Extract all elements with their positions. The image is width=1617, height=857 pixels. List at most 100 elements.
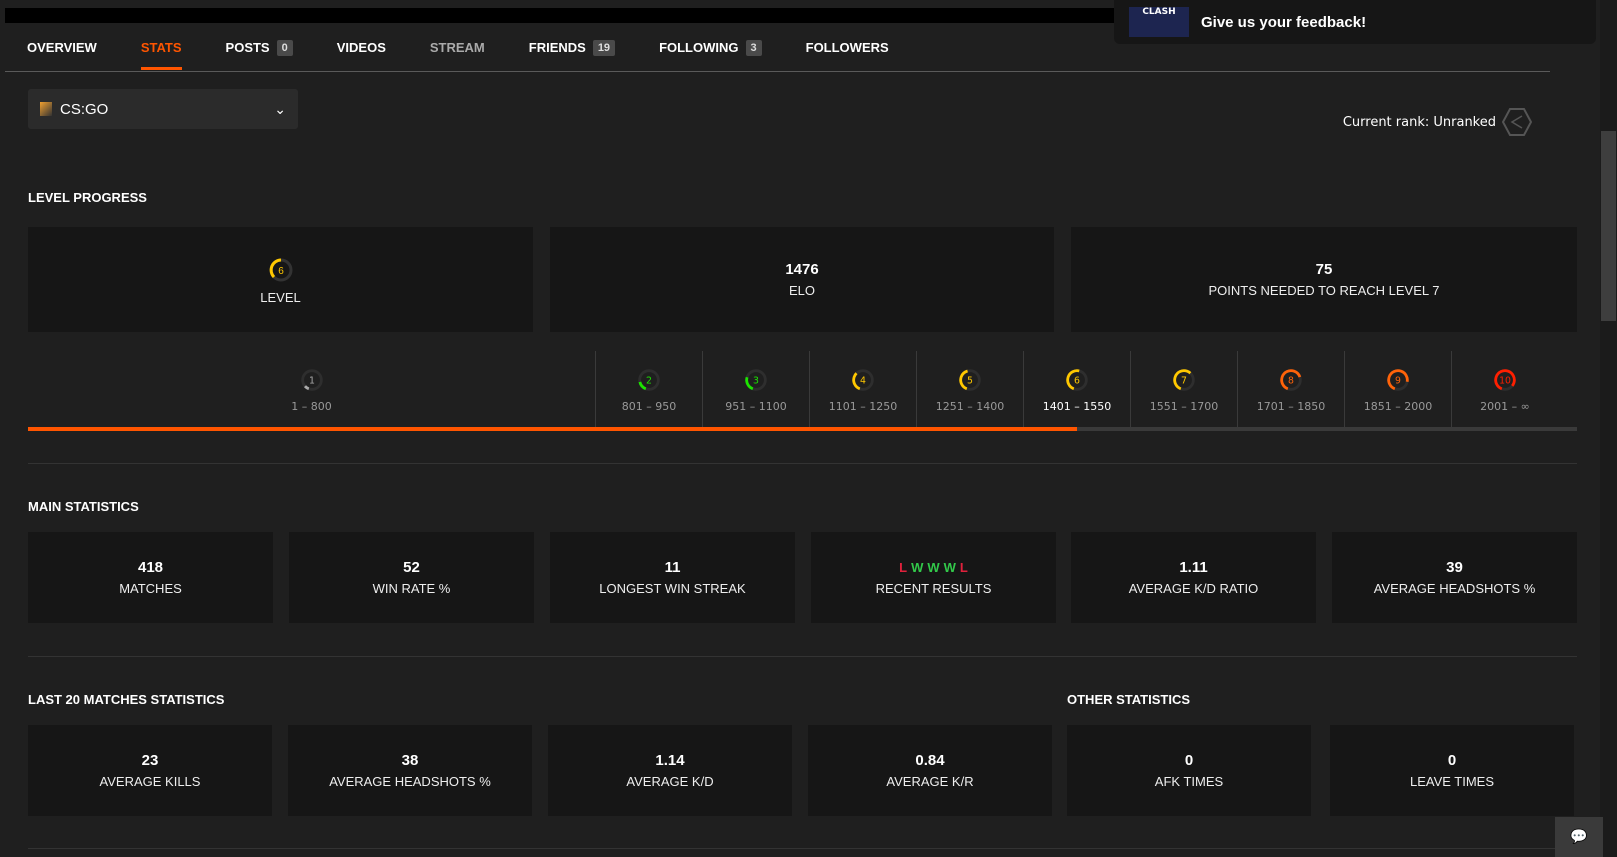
tab-stats[interactable]: STATS	[140, 24, 182, 72]
level-3-icon: 3	[745, 368, 767, 391]
svg-text:9: 9	[1395, 375, 1401, 386]
feedback-notification[interactable]: CLASH Give us your feedback!	[1114, 0, 1596, 44]
elo-label: ELO	[788, 283, 815, 298]
tab-overview[interactable]: OVERVIEW	[27, 24, 97, 72]
chat-icon: 💬	[1570, 829, 1588, 845]
svg-text:6: 6	[1074, 375, 1080, 386]
elo-card: 1476 ELO	[550, 227, 1054, 332]
level-8-segment: 8 1701 – 1850	[1237, 351, 1344, 427]
level-range: 1 – 800	[291, 399, 332, 413]
level-range: 1701 – 1850	[1256, 399, 1326, 413]
level-7-segment: 7 1551 – 1700	[1130, 351, 1237, 427]
tab-followers[interactable]: FOLLOWERS	[806, 24, 889, 72]
stat-card-win-rate-: 52 WIN RATE %	[289, 532, 534, 623]
tab-following[interactable]: FOLLOWING 3	[659, 24, 762, 72]
stat-value: 418	[137, 559, 164, 576]
level-9-icon: 9	[1387, 368, 1409, 391]
rank-label: Current rank: Unranked	[1342, 114, 1496, 130]
level-progress-title: LEVEL PROGRESS	[28, 190, 147, 205]
stat-card-longest-win-streak: 11 LONGEST WIN STREAK	[550, 532, 795, 623]
chevron-down-icon: ⌄	[274, 100, 286, 117]
stat-card-average-headshots-: 39 AVERAGE HEADSHOTS %	[1332, 532, 1577, 623]
stat-card-afk-times: 0 AFK TIMES	[1067, 725, 1311, 816]
level-3-segment: 3 951 – 1100	[702, 351, 809, 427]
level-6-icon: 6	[269, 258, 292, 281]
tab-count-badge: 0	[276, 39, 293, 56]
points-label: POINTS NEEDED TO REACH LEVEL 7	[1208, 283, 1440, 298]
notification-text: Give us your feedback!	[1201, 13, 1367, 31]
tab-friends[interactable]: FRIENDS 19	[528, 24, 616, 72]
level-range: 1401 – 1550	[1042, 399, 1112, 413]
stat-value: 39	[1446, 559, 1463, 576]
scrollbar-thumb[interactable]	[1601, 131, 1616, 321]
svg-text:2: 2	[646, 375, 652, 386]
current-rank: Current rank: Unranked	[1343, 107, 1532, 137]
level-9-segment: 9 1851 – 2000	[1344, 351, 1451, 427]
stat-value: 1.14	[655, 752, 685, 769]
svg-text:5: 5	[967, 375, 973, 386]
level-8-icon: 8	[1280, 368, 1302, 391]
tab-videos[interactable]: VIDEOS	[337, 24, 386, 72]
level-scale: 1 1 – 800 2 801 – 950 3 951 – 1100 4 1101 – 125…	[28, 351, 1577, 427]
divider	[28, 463, 1577, 464]
level-1-segment: 1 1 – 800	[28, 351, 595, 427]
level-range: 2001 – ∞	[1480, 399, 1530, 413]
tab-label: FOLLOWERS	[805, 40, 889, 55]
level-6-segment: 6 1401 – 1550	[1023, 351, 1130, 427]
level-4-icon: 4	[852, 368, 874, 391]
svg-text:7: 7	[1181, 375, 1187, 386]
points-value: 75	[1315, 261, 1333, 278]
stat-value: 1.11	[1179, 559, 1208, 576]
elo-progress-fill	[28, 427, 1077, 431]
stat-card-average-headshots-: 38 AVERAGE HEADSHOTS %	[288, 725, 532, 816]
stat-card-matches: 418 MATCHES	[28, 532, 273, 623]
stat-card-leave-times: 0 LEAVE TIMES	[1330, 725, 1574, 816]
tab-label: FRIENDS	[528, 40, 586, 55]
tab-posts[interactable]: POSTS 0	[226, 24, 293, 72]
stat-value: LWWWL	[897, 559, 970, 576]
stat-value: 38	[401, 752, 419, 769]
main-stats-title: MAIN STATISTICS	[28, 499, 139, 514]
recent-result-win: W	[943, 560, 956, 575]
svg-text:6: 6	[278, 266, 284, 277]
csgo-icon	[40, 102, 52, 116]
level-2-icon: 2	[638, 368, 660, 391]
level-range: 951 – 1100	[725, 399, 787, 413]
clash-logo: CLASH	[1129, 7, 1189, 37]
elo-progress-bar	[28, 427, 1577, 431]
level-label: LEVEL	[260, 289, 301, 305]
svg-text:8: 8	[1288, 375, 1294, 386]
svg-text:4: 4	[860, 375, 866, 386]
tab-stream[interactable]: STREAM	[430, 24, 485, 72]
chat-button[interactable]: 💬	[1555, 817, 1603, 857]
tab-count-badge: 19	[592, 39, 616, 56]
stat-value: 0	[1184, 752, 1194, 769]
level-1-icon: 1	[300, 368, 323, 391]
elo-value: 1476	[785, 261, 819, 278]
tab-label: STATS	[140, 40, 182, 55]
stat-label: AVERAGE HEADSHOTS %	[329, 774, 491, 789]
stat-label: AFK TIMES	[1154, 774, 1224, 789]
tab-label: POSTS	[225, 40, 270, 55]
level-2-segment: 2 801 – 950	[595, 351, 702, 427]
svg-text:3: 3	[753, 375, 759, 386]
level-6-icon: 6	[1066, 368, 1088, 391]
level-range: 1551 – 1700	[1149, 399, 1219, 413]
stat-value: 0	[1447, 752, 1457, 769]
svg-text:10: 10	[1499, 375, 1511, 386]
stat-value: 52	[403, 559, 420, 576]
svg-text:1: 1	[309, 375, 315, 386]
tab-label: STREAM	[429, 40, 485, 55]
level-card: 6 LEVEL	[28, 227, 533, 332]
stat-label: WIN RATE %	[372, 581, 451, 596]
tab-label: FOLLOWING	[659, 40, 739, 55]
tab-label: OVERVIEW	[27, 40, 97, 55]
scrollbar[interactable]	[1600, 0, 1617, 857]
game-select[interactable]: CS:GO ⌄	[28, 89, 298, 129]
unranked-hex-icon	[1502, 108, 1532, 136]
stat-label: LEAVE TIMES	[1409, 774, 1495, 789]
stat-label: AVERAGE K/D	[626, 774, 714, 789]
level-range: 1851 – 2000	[1363, 399, 1433, 413]
stat-card-average-kills: 23 AVERAGE KILLS	[28, 725, 272, 816]
stat-card-recent-results: L W W W L RECENT RESULTS	[811, 532, 1056, 623]
